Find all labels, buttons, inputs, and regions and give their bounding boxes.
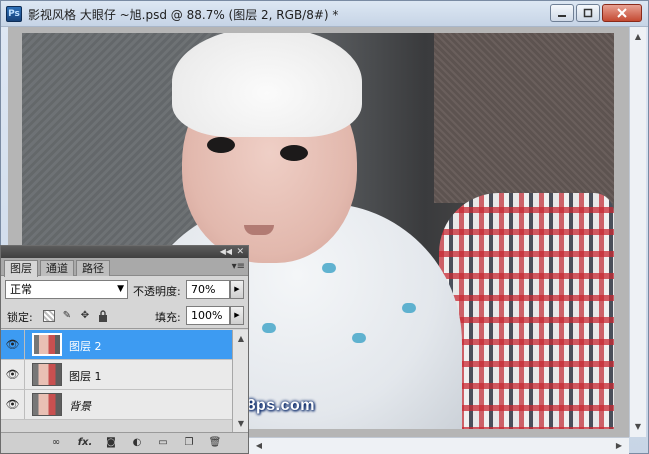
panel-menu-icon[interactable]: ▾≡ xyxy=(232,261,245,272)
fill-field[interactable]: 100% xyxy=(186,306,230,325)
scroll-up-icon[interactable]: ▲ xyxy=(630,29,646,45)
panel-tabs: 图层 通道 路径 ▾≡ xyxy=(1,258,248,277)
eye-icon[interactable]: 👁 xyxy=(1,360,25,389)
layer-name: 背景 xyxy=(69,400,91,413)
restore-icon xyxy=(583,8,593,18)
lock-image-icon[interactable]: ✎ xyxy=(61,310,73,322)
eye-icon[interactable]: 👁 xyxy=(1,330,25,359)
vertical-scrollbar[interactable]: ▲ ▼ xyxy=(629,27,646,437)
layers-panel: ◀◀ ✕ 图层 通道 路径 ▾≡ 正常 ▼ 不透明度: 70% ▶ 锁定: ✎ … xyxy=(0,245,249,454)
lock-label: 锁定: xyxy=(7,311,33,324)
layer-thumbnail xyxy=(32,393,62,416)
blend-mode-select[interactable]: 正常 ▼ xyxy=(5,280,128,299)
chevron-down-icon: ▼ xyxy=(117,284,124,294)
horizontal-scrollbar[interactable]: ◀ ▶ xyxy=(249,437,629,454)
tab-paths[interactable]: 路径 xyxy=(76,260,110,276)
photoshop-app-icon: Ps xyxy=(6,6,22,22)
opacity-field[interactable]: 70% xyxy=(186,280,230,299)
layers-scrollbar[interactable]: ▲ ▼ xyxy=(232,330,248,433)
link-layers-icon[interactable]: ∞ xyxy=(49,436,63,450)
scroll-left-icon[interactable]: ◀ xyxy=(251,438,267,454)
panel-footer: ∞ fx. ◙ ◐ ▭ ❐ 🗑 xyxy=(1,432,248,453)
new-layer-icon[interactable]: ❐ xyxy=(182,436,196,450)
collapse-icon[interactable]: ◀◀ xyxy=(220,246,232,258)
plaid-shirt xyxy=(439,193,614,429)
scroll-up-icon[interactable]: ▲ xyxy=(233,331,249,347)
adjustment-layer-icon[interactable]: ◐ xyxy=(130,436,144,450)
title-bar[interactable]: Ps 影视风格 大眼仔 ~旭.psd @ 88.7% (图层 2, RGB/8#… xyxy=(1,1,648,27)
right-eye xyxy=(280,145,308,161)
lock-position-icon[interactable]: ✥ xyxy=(79,310,91,322)
layers-list: 👁 图层 2 👁 图层 1 👁 背景 xyxy=(1,330,232,420)
minimize-button[interactable] xyxy=(550,4,574,22)
tab-channels[interactable]: 通道 xyxy=(40,260,74,276)
layer-name: 图层 1 xyxy=(69,370,102,383)
fill-slider-icon[interactable]: ▶ xyxy=(230,306,244,325)
layer-row[interactable]: 👁 背景 xyxy=(1,390,232,420)
restore-button[interactable] xyxy=(576,4,600,22)
left-eye xyxy=(207,137,235,153)
eye-icon[interactable]: 👁 xyxy=(1,390,25,419)
minimize-icon xyxy=(558,15,566,17)
delete-layer-icon[interactable]: 🗑 xyxy=(208,436,222,450)
tab-layers[interactable]: 图层 xyxy=(4,260,38,277)
opacity-label: 不透明度: xyxy=(133,285,181,298)
fx-icon[interactable]: fx. xyxy=(75,436,95,450)
close-button[interactable] xyxy=(602,4,642,22)
layer-name: 图层 2 xyxy=(69,340,102,353)
scroll-down-icon[interactable]: ▼ xyxy=(630,419,646,435)
lock-transparent-icon[interactable] xyxy=(43,310,55,322)
layer-row[interactable]: 👁 图层 1 xyxy=(1,360,232,390)
layer-thumbnail xyxy=(32,363,62,386)
opacity-slider-icon[interactable]: ▶ xyxy=(230,280,244,299)
new-group-icon[interactable]: ▭ xyxy=(156,436,170,450)
layer-thumbnail xyxy=(32,333,62,356)
layer-row[interactable]: 👁 图层 2 xyxy=(1,330,232,360)
fill-label: 填充: xyxy=(155,311,181,324)
panel-header[interactable]: ◀◀ ✕ xyxy=(1,246,248,258)
blend-mode-value: 正常 xyxy=(10,283,32,296)
scroll-right-icon[interactable]: ▶ xyxy=(611,438,627,454)
baby-hat xyxy=(172,33,362,137)
window-title: 影视风格 大眼仔 ~旭.psd @ 88.7% (图层 2, RGB/8#) * xyxy=(28,8,339,22)
layer-mask-icon[interactable]: ◙ xyxy=(104,436,118,450)
panel-close-icon[interactable]: ✕ xyxy=(236,246,244,258)
scroll-down-icon[interactable]: ▼ xyxy=(233,416,249,432)
lock-all-icon[interactable] xyxy=(97,310,109,322)
close-icon xyxy=(617,8,627,18)
